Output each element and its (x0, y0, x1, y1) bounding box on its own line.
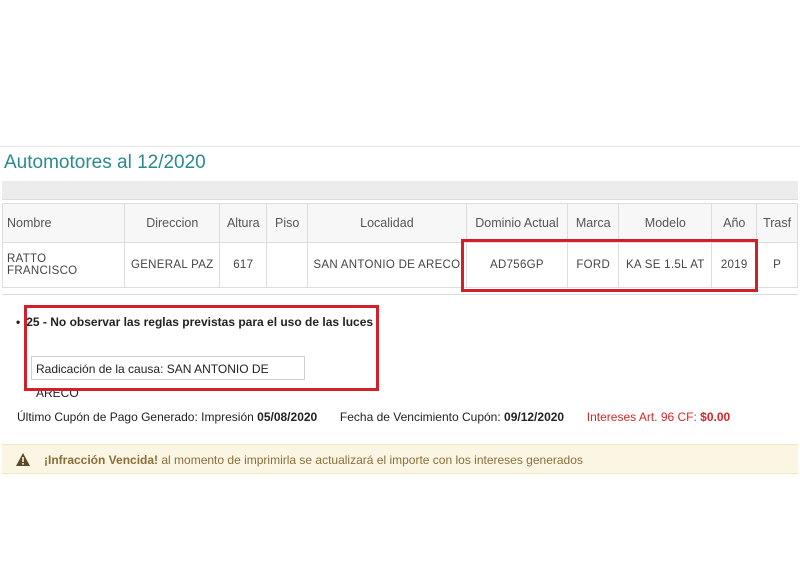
col-direccion: Direccion (124, 203, 221, 243)
interest-value: $0.00 (700, 410, 731, 424)
section-band (2, 181, 798, 200)
vehicle-highlight-box (461, 239, 758, 292)
cell-altura: 617 (219, 242, 268, 288)
col-nombre: Nombre (1, 203, 126, 243)
last-coupon-date: 05/08/2020 (257, 410, 318, 424)
alert-strong: ¡Infracción Vencida! (44, 453, 159, 467)
alert-message: al momento de imprimirla se actualizará … (158, 453, 583, 467)
coupon-info: Último Cupón de Pago Generado: Impresión… (17, 410, 730, 424)
due-date-label: Fecha de Vencimiento Cupón: (339, 410, 501, 424)
section-title: Automotores al 12/2020 (4, 152, 206, 173)
cell-localidad: SAN ANTONIO DE ARECO (307, 242, 467, 288)
last-coupon-label: Último Cupón de Pago Generado: Impresión (17, 410, 254, 424)
col-dominio: Dominio Actual (465, 203, 569, 243)
col-anio: Año (711, 203, 758, 243)
col-piso: Piso (266, 203, 309, 243)
due-date-value: 09/12/2020 (504, 410, 565, 424)
cell-trasf: P (756, 242, 798, 288)
expired-alert: ¡Infracción Vencida! al momento de impri… (2, 444, 798, 474)
interest-label: Intereses Art. 96 CF: (586, 410, 697, 424)
warning-icon (16, 453, 30, 466)
bullet: • (16, 315, 21, 329)
col-altura: Altura (219, 203, 268, 243)
cell-piso (266, 242, 309, 288)
alert-text: ¡Infracción Vencida! al momento de impri… (44, 445, 583, 475)
cell-nombre: RATTO FRANCISCO (1, 242, 126, 288)
col-localidad: Localidad (307, 203, 467, 243)
infraction-highlight-box (24, 305, 379, 391)
cell-direccion: GENERAL PAZ (124, 242, 221, 288)
col-modelo: Modelo (618, 203, 713, 243)
divider (2, 294, 798, 295)
table-header-row: Nombre Direccion Altura Piso Localidad D… (1, 203, 798, 243)
col-trasf: Trasf (756, 203, 798, 243)
col-marca: Marca (567, 203, 620, 243)
